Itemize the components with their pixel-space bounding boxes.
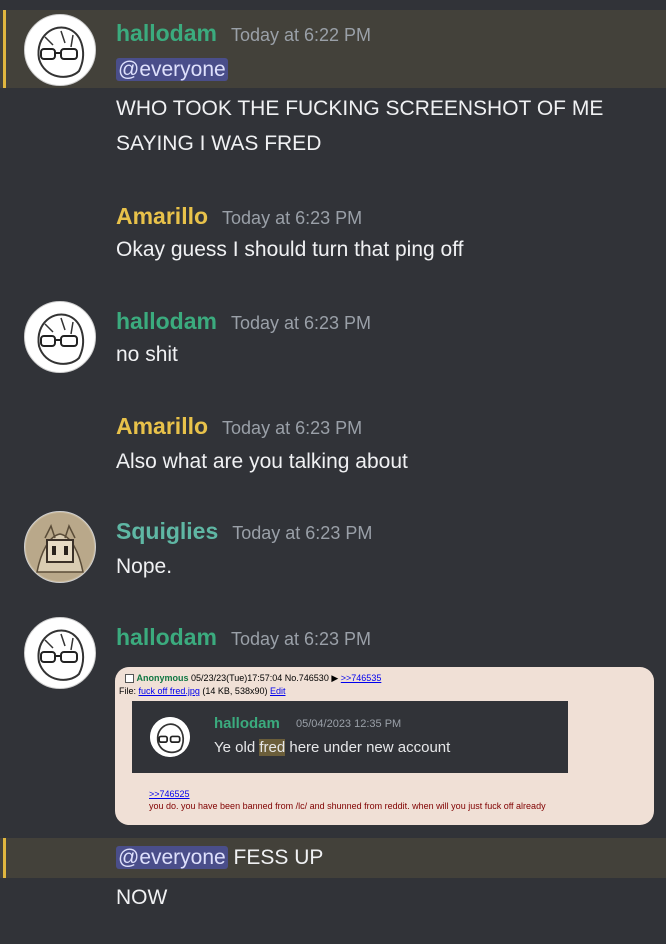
post-meta: 05/23/23(Tue)17:57:04 No.746530	[191, 673, 329, 683]
message-text: Okay guess I should turn that ping off	[116, 238, 464, 261]
glasses-character-avatar-icon	[37, 26, 85, 78]
message-header: Squiglies Today at 6:23 PM	[116, 518, 372, 545]
timestamp: Today at 6:22 PM	[230, 25, 372, 45]
everyone-mention[interactable]: @everyone	[116, 846, 228, 869]
message-header: hallodam Today at 6:23 PM	[116, 624, 371, 651]
message-header: Amarillo Today at 6:23 PM	[116, 203, 362, 230]
user-avatar[interactable]	[24, 301, 96, 373]
username[interactable]: Amarillo	[116, 413, 208, 440]
embedded-screenshot: hallodam 05/04/2023 12:35 PM Ye old fred…	[132, 701, 568, 773]
glasses-character-avatar-icon	[150, 717, 190, 757]
post-author: Anonymous	[136, 673, 189, 683]
username[interactable]: Squiglies	[116, 518, 218, 545]
reply-link[interactable]: >>746535	[341, 673, 382, 683]
user-avatar[interactable]	[24, 14, 96, 86]
timestamp: 05/04/2023 12:35 PM	[296, 718, 402, 730]
post-header: Anonymous 05/23/23(Tue)17:57:04 No.74653…	[125, 673, 381, 684]
glasses-character-avatar-icon	[37, 629, 85, 681]
post-body: you do. you have been banned from /lc/ a…	[149, 801, 546, 811]
message-text: NOW	[116, 886, 168, 909]
user-avatar	[150, 717, 190, 757]
timestamp: Today at 6:23 PM	[222, 418, 363, 438]
message-mention-line: @everyone	[116, 58, 228, 82]
username[interactable]: hallodam	[116, 20, 217, 47]
message-header: hallodam Today at 6:22 PM	[116, 20, 371, 47]
quote-link[interactable]: >>746525	[149, 789, 190, 799]
timestamp: Today at 6:23 PM	[232, 523, 373, 543]
glasses-character-avatar-icon	[37, 313, 85, 365]
box-character-avatar-icon	[26, 513, 94, 581]
file-link[interactable]: fuck off fred.jpg	[139, 686, 200, 696]
play-arrow-icon: ▶	[331, 673, 339, 683]
message-text-tail: FESS UP	[227, 846, 324, 869]
text-segment: here under new account	[285, 739, 451, 756]
highlighted-word: fred	[259, 739, 286, 756]
file-info-line: File: fuck off fred.jpg (14 KB, 538x90) …	[119, 686, 286, 696]
message-text: Also what are you talking about	[116, 450, 408, 473]
user-avatar[interactable]	[24, 617, 96, 689]
file-size: (14 KB, 538x90)	[202, 686, 268, 696]
username: hallodam	[214, 715, 280, 732]
edit-link[interactable]: Edit	[270, 686, 286, 696]
file-prefix: File:	[119, 686, 137, 696]
username[interactable]: hallodam	[116, 308, 217, 335]
user-avatar[interactable]	[24, 511, 96, 583]
message-text: SAYING I WAS FRED	[116, 132, 322, 155]
timestamp: Today at 6:23 PM	[230, 629, 372, 649]
message-header: Amarillo Today at 6:23 PM	[116, 413, 362, 440]
chat-message-list: hallodam Today at 6:22 PM @everyone WHO …	[0, 0, 666, 944]
message-text: Ye old fred here under new account	[214, 739, 450, 756]
timestamp: Today at 6:23 PM	[222, 208, 363, 228]
message-text: @everyone FESS UP	[116, 846, 323, 870]
message-row[interactable]	[0, 838, 666, 878]
username[interactable]: hallodam	[116, 624, 217, 651]
message-text: Nope.	[116, 555, 173, 578]
username[interactable]: Amarillo	[116, 203, 208, 230]
image-attachment[interactable]: Anonymous 05/23/23(Tue)17:57:04 No.74653…	[115, 667, 654, 825]
message-header: hallodam Today at 6:23 PM	[116, 308, 371, 335]
checkbox-icon[interactable]	[125, 674, 134, 684]
message-text: WHO TOOK THE FUCKING SCREENSHOT OF ME	[116, 97, 604, 120]
message-text: no shit	[116, 343, 178, 366]
everyone-mention[interactable]: @everyone	[116, 58, 228, 81]
text-segment: Ye old	[214, 739, 260, 756]
timestamp: Today at 6:23 PM	[230, 313, 372, 333]
